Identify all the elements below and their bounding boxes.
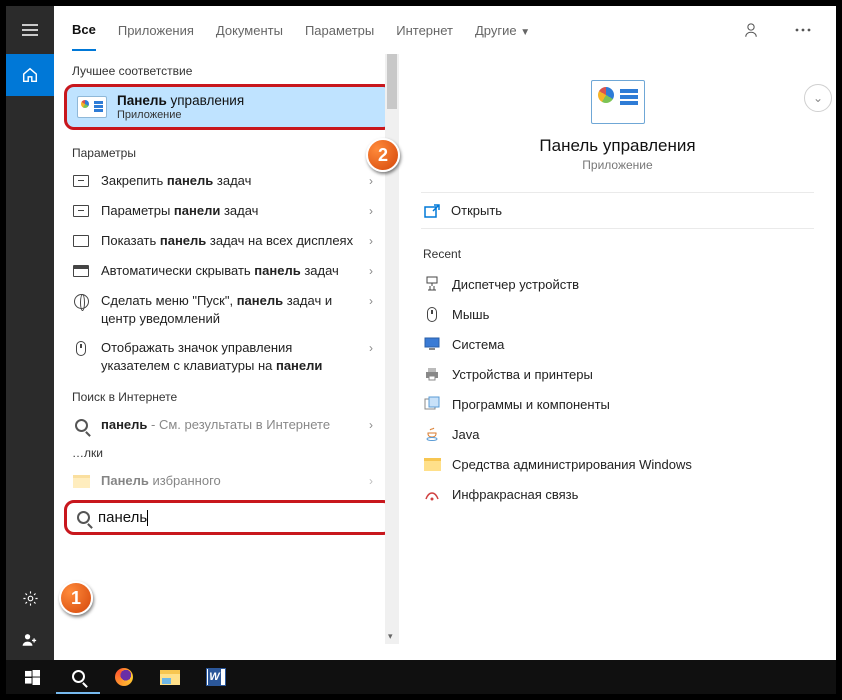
control-panel-icon	[77, 96, 107, 118]
chevron-right-icon: ›	[369, 202, 373, 218]
java-icon	[423, 425, 441, 443]
mouse-icon	[423, 305, 441, 323]
control-panel-icon	[591, 80, 645, 124]
chevron-down-icon: ▼	[520, 27, 530, 38]
recent-item[interactable]: Диспетчер устройств	[421, 269, 814, 299]
settings-item[interactable]: Закрепить панель задач ›	[54, 166, 399, 196]
taskbar	[6, 660, 836, 694]
taskbar-firefox-icon[interactable]	[102, 662, 146, 692]
section-folders: …лки	[54, 440, 399, 466]
chevron-right-icon: ›	[369, 232, 373, 248]
settings-item[interactable]: Показать панель задач на всех дисплеях ›	[54, 226, 399, 256]
taskbar-explorer-icon[interactable]	[148, 662, 192, 692]
chevron-right-icon: ›	[369, 472, 373, 488]
search-icon	[72, 416, 90, 434]
recent-item[interactable]: Мышь	[421, 299, 814, 329]
tab-settings[interactable]: Параметры	[305, 23, 374, 38]
more-options-icon[interactable]	[788, 15, 818, 45]
display-icon	[72, 232, 90, 250]
chevron-right-icon: ›	[369, 262, 373, 278]
feedback-icon[interactable]	[736, 15, 766, 45]
section-web-search: Поиск в Интернете	[54, 380, 399, 410]
open-action[interactable]: Открыть	[421, 192, 814, 229]
recent-item[interactable]: Java	[421, 419, 814, 449]
chevron-right-icon: ›	[369, 339, 373, 355]
search-input[interactable]: панель	[98, 509, 380, 526]
chevron-right-icon: ›	[369, 416, 373, 432]
mouse-icon	[72, 339, 90, 357]
folder-icon	[423, 455, 441, 473]
devices-printers-icon	[423, 365, 441, 383]
folder-icon	[72, 472, 90, 490]
tab-internet[interactable]: Интернет	[396, 23, 453, 38]
detail-subtitle: Приложение	[421, 158, 814, 172]
programs-icon	[423, 395, 441, 413]
recent-item[interactable]: Программы и компоненты	[421, 389, 814, 419]
settings-item[interactable]: Сделать меню "Пуск", панель задач и цент…	[54, 286, 399, 333]
user-icon[interactable]	[6, 619, 54, 661]
taskbar-icon	[72, 172, 90, 190]
device-manager-icon	[423, 275, 441, 293]
section-best-match: Лучшее соответствие	[54, 54, 399, 84]
taskbar-icon	[72, 202, 90, 220]
folders-item[interactable]: Панель избранного ›	[54, 466, 399, 496]
settings-item[interactable]: Отображать значок управления указателем …	[54, 333, 399, 380]
recent-item[interactable]: Инфракрасная связь	[421, 479, 814, 509]
recent-item[interactable]: Средства администрирования Windows	[421, 449, 814, 479]
system-icon	[423, 335, 441, 353]
recent-item[interactable]: Устройства и принтеры	[421, 359, 814, 389]
callout-badge-1: 1	[59, 581, 93, 615]
tab-all[interactable]: Все	[72, 22, 96, 51]
search-input-row[interactable]: панель	[64, 500, 393, 535]
open-icon	[423, 204, 441, 218]
best-match-subtitle: Приложение	[117, 109, 244, 121]
tab-more[interactable]: Другие ▼	[475, 23, 530, 38]
tab-apps[interactable]: Приложения	[118, 23, 194, 38]
tab-docs[interactable]: Документы	[216, 23, 283, 38]
infrared-icon	[423, 485, 441, 503]
web-search-item[interactable]: панель - См. результаты в Интернете ›	[54, 410, 399, 440]
settings-item[interactable]: Автоматически скрывать панель задач ›	[54, 256, 399, 286]
expand-chevron-icon[interactable]: ⌄	[804, 84, 832, 112]
settings-item[interactable]: Параметры панели задач ›	[54, 196, 399, 226]
search-tabs: Все Приложения Документы Параметры Интер…	[54, 6, 836, 54]
chevron-right-icon: ›	[369, 292, 373, 308]
callout-badge-2: 2	[366, 138, 400, 172]
detail-pane: Панель управления Приложение Открыть ⌄ R…	[399, 54, 836, 644]
taskbar-word-icon[interactable]	[194, 662, 238, 692]
taskbar-icon	[72, 262, 90, 280]
start-vertical-bar	[6, 6, 54, 661]
best-match-result[interactable]: Панель управления Приложение	[64, 84, 393, 130]
chevron-right-icon: ›	[369, 172, 373, 188]
section-settings: Параметры	[54, 136, 399, 166]
home-icon[interactable]	[6, 54, 54, 96]
start-button[interactable]	[10, 662, 54, 692]
detail-title: Панель управления	[421, 136, 814, 156]
recent-section-title: Recent	[421, 229, 814, 269]
personalization-icon	[72, 292, 90, 310]
hamburger-icon[interactable]	[6, 6, 54, 54]
best-match-title: Панель управления	[117, 93, 244, 108]
results-list: ▾ Лучшее соответствие Панель управления …	[54, 54, 399, 644]
search-icon	[77, 511, 90, 524]
settings-gear-icon[interactable]	[6, 577, 54, 619]
recent-item[interactable]: Система	[421, 329, 814, 359]
taskbar-search-icon[interactable]	[56, 660, 100, 694]
